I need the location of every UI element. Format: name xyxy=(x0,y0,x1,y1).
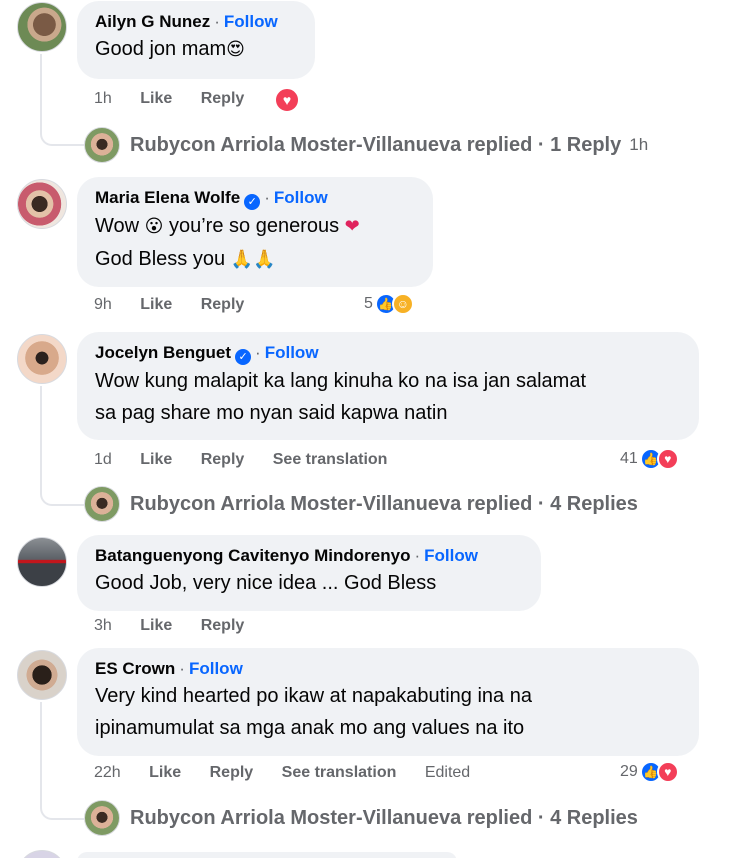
reply-avatar xyxy=(84,486,120,522)
comment-bubble: Maria Elena Wolfe ✓ · Follow Wow 😮 you’re s… xyxy=(77,177,433,287)
avatar[interactable] xyxy=(17,2,67,52)
reaction-count: 29 xyxy=(620,763,638,780)
comment-bubble: ES Crown · Follow Very kind hearted po ika… xyxy=(77,648,699,756)
reaction-summary[interactable]: 5 👍 ☺ xyxy=(364,293,414,315)
reply-button[interactable]: Reply xyxy=(210,764,254,781)
follow-button[interactable]: Follow xyxy=(265,343,319,362)
love-reaction-icon: ♥ xyxy=(656,761,679,783)
reaction-summary[interactable]: 29 👍 ♥ xyxy=(620,761,679,783)
replies-link[interactable]: Rubycon Arriola Moster-Villanueva replie… xyxy=(130,493,638,516)
care-reaction-icon: ☺ xyxy=(391,293,414,315)
reaction-count: 41 xyxy=(620,450,638,467)
like-button[interactable]: Like xyxy=(140,90,172,107)
comment-time[interactable]: 22h xyxy=(94,764,121,781)
comment-actions: 9h Like Reply xyxy=(94,296,268,314)
avatar[interactable] xyxy=(17,334,67,384)
reply-avatar xyxy=(84,127,120,163)
red-heart-emoji: ❤ xyxy=(344,216,360,237)
reply-button[interactable]: Reply xyxy=(201,296,245,313)
comment-text: Wow xyxy=(95,215,140,237)
comment-bubble: Ailyn G Nunez · Follow Good jon mam😍 xyxy=(77,1,315,79)
thread-connector xyxy=(40,54,84,146)
like-button[interactable]: Like xyxy=(149,764,181,781)
view-replies[interactable]: Rubycon Arriola Moster-Villanueva replie… xyxy=(84,800,638,836)
comment-time[interactable]: 1d xyxy=(94,451,112,468)
view-replies[interactable]: Rubycon Arriola Moster-Villanueva replie… xyxy=(84,127,648,163)
avatar[interactable] xyxy=(17,537,67,587)
reaction-summary[interactable]: ♥ xyxy=(274,87,300,113)
thread-connector xyxy=(40,702,84,820)
follow-button[interactable]: Follow xyxy=(224,12,278,31)
see-translation-link[interactable]: See translation xyxy=(282,764,397,781)
comment-bubble xyxy=(77,852,457,858)
comment-text: Wow kung malapit ka lang kinuha ko na is… xyxy=(95,370,587,392)
heart-eyes-emoji: 😍 xyxy=(226,39,245,60)
comment-text: sa pag share mo nyan said kapwa natin xyxy=(95,402,448,424)
commenter-name[interactable]: Jocelyn Benguet xyxy=(95,343,231,362)
thread-connector xyxy=(40,386,84,506)
commenter-name[interactable]: Ailyn G Nunez xyxy=(95,12,210,31)
verified-badge-icon: ✓ xyxy=(244,194,261,210)
comment-bubble: Batanguenyong Cavitenyo Mindorenyo · Follo… xyxy=(77,535,541,611)
like-button[interactable]: Like xyxy=(140,296,172,313)
comment-bubble: Jocelyn Benguet ✓ · Follow Wow kung malapit… xyxy=(77,332,699,440)
view-replies[interactable]: Rubycon Arriola Moster-Villanueva replie… xyxy=(84,486,638,522)
like-button[interactable]: Like xyxy=(140,617,172,634)
comment-text: Good Job, very nice idea ... God Bless xyxy=(95,572,437,594)
comment-time[interactable]: 1h xyxy=(94,90,112,107)
like-button[interactable]: Like xyxy=(140,451,172,468)
avatar[interactable] xyxy=(17,179,67,229)
love-icon: ♥ xyxy=(274,87,300,113)
replies-link[interactable]: Rubycon Arriola Moster-Villanueva replie… xyxy=(130,134,621,157)
verified-badge-icon: ✓ xyxy=(235,349,252,365)
reply-button[interactable]: Reply xyxy=(201,617,245,634)
comment-time[interactable]: 3h xyxy=(94,617,112,634)
comment-text: Good jon mam xyxy=(95,38,227,60)
reply-button[interactable]: Reply xyxy=(201,90,245,107)
comment-text: God Bless you xyxy=(95,248,226,270)
love-reaction-icon: ♥ xyxy=(656,448,679,470)
avatar[interactable] xyxy=(17,850,67,858)
avatar[interactable] xyxy=(17,650,67,700)
replies-link[interactable]: Rubycon Arriola Moster-Villanueva replie… xyxy=(130,807,638,830)
commenter-name[interactable]: Maria Elena Wolfe xyxy=(95,188,240,207)
comment-actions: 1h Like Reply xyxy=(94,90,268,108)
comment-time[interactable]: 9h xyxy=(94,296,112,313)
reaction-count: 5 xyxy=(364,295,373,312)
follow-button[interactable]: Follow xyxy=(274,188,328,207)
comment-text: ipinamumulat sa mga anak mo ang values n… xyxy=(95,717,525,739)
comment-text: you’re so generous xyxy=(168,215,340,237)
comment-text: Very kind hearted po ikaw at napakabutin… xyxy=(95,685,532,707)
praying-hands-emoji: 🙏🙏 xyxy=(230,249,276,270)
surprised-emoji: 😮 xyxy=(144,216,164,237)
follow-button[interactable]: Follow xyxy=(424,546,478,565)
commenter-name[interactable]: ES Crown xyxy=(95,659,175,678)
reply-time: 1h xyxy=(629,135,649,154)
reply-avatar xyxy=(84,800,120,836)
commenter-name[interactable]: Batanguenyong Cavitenyo Mindorenyo xyxy=(95,546,410,565)
reaction-summary[interactable]: 41 👍 ♥ xyxy=(620,448,679,470)
comment-actions: 3h Like Reply xyxy=(94,617,268,635)
reply-button[interactable]: Reply xyxy=(201,451,245,468)
see-translation-link[interactable]: See translation xyxy=(273,451,388,468)
comment-actions: 1d Like Reply See translation xyxy=(94,451,411,469)
comment-actions: 22h Like Reply See translation Edited xyxy=(94,764,494,782)
follow-button[interactable]: Follow xyxy=(189,659,243,678)
edited-label: Edited xyxy=(424,764,471,781)
